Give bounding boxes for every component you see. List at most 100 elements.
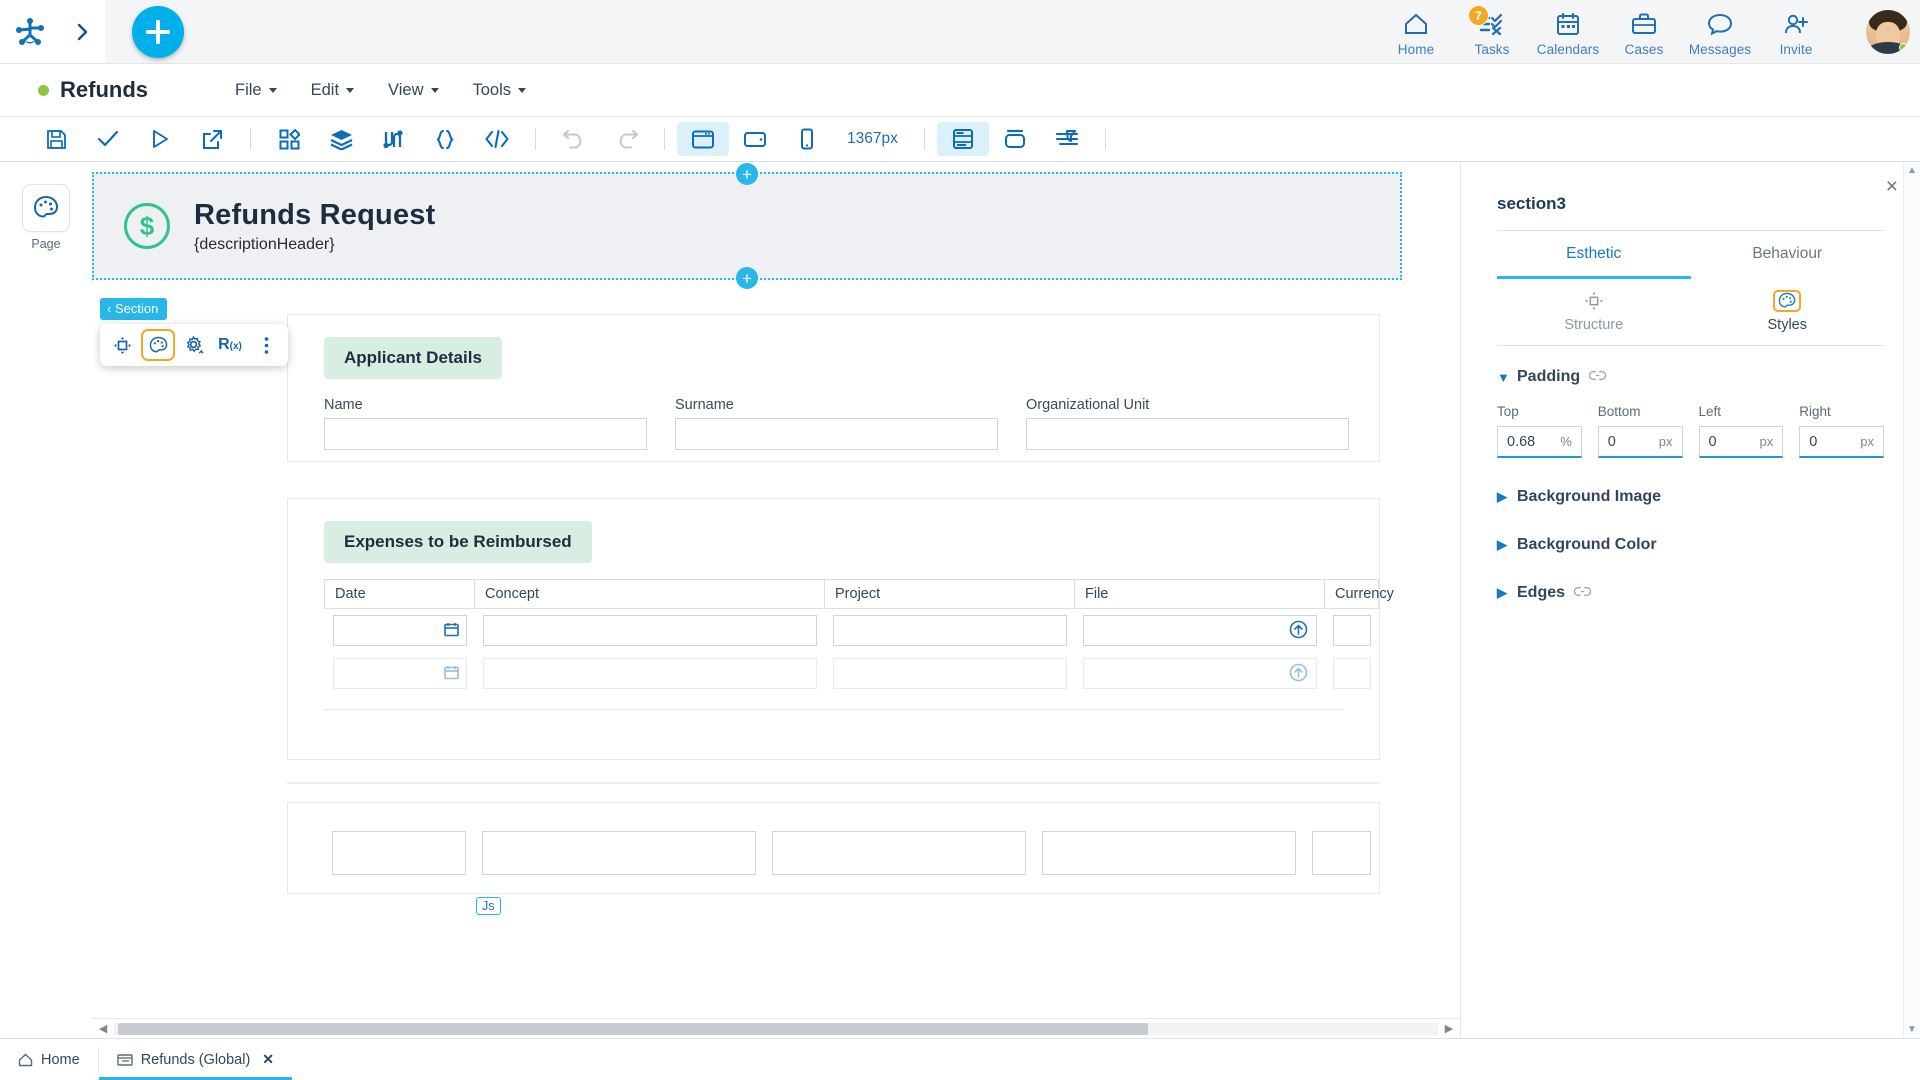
nav-item-invite[interactable]: Invite	[1758, 6, 1834, 57]
nav-item-cases[interactable]: Cases	[1606, 6, 1682, 57]
hscroll-thumb[interactable]	[118, 1022, 1148, 1035]
tab-esthetic[interactable]: Esthetic	[1497, 231, 1691, 279]
totals-input-1[interactable]	[332, 831, 466, 875]
design-canvas[interactable]: + $ Refunds Request {descriptionHeader} …	[92, 162, 1460, 1016]
cell-project[interactable]	[825, 652, 1075, 695]
menu-edit[interactable]: Edit	[311, 81, 355, 100]
container-icon[interactable]	[989, 122, 1041, 156]
totals-card[interactable]	[287, 802, 1380, 894]
redo-icon[interactable]	[600, 122, 652, 156]
close-icon[interactable]: ×	[1886, 176, 1898, 197]
concept-input[interactable]	[482, 658, 817, 689]
concept-input[interactable]	[482, 615, 817, 646]
subtab-styles[interactable]: Styles	[1691, 279, 1885, 345]
variables-icon[interactable]	[367, 122, 419, 156]
selected-section[interactable]: + $ Refunds Request {descriptionHeader} …	[92, 163, 1402, 289]
nav-item-tasks[interactable]: 7 Tasks	[1454, 5, 1530, 57]
tablet-preview-icon[interactable]	[729, 122, 781, 156]
table-row[interactable]	[324, 825, 1379, 881]
field-surname[interactable]: Surname	[675, 397, 998, 450]
hscroll-right-arrow[interactable]: ▶	[1438, 1022, 1460, 1035]
subtab-structure[interactable]: Structure	[1497, 279, 1691, 345]
more-options-icon[interactable]	[249, 329, 283, 361]
totals-input-2[interactable]	[482, 831, 756, 875]
save-icon[interactable]	[30, 122, 82, 156]
project-input[interactable]	[832, 615, 1067, 646]
name-input[interactable]	[324, 418, 647, 450]
settings-gear-icon[interactable]	[177, 329, 211, 361]
cell-project[interactable]	[825, 609, 1075, 653]
create-new-button[interactable]	[131, 5, 184, 58]
page-palette-button[interactable]	[22, 184, 70, 232]
bottom-tab-home[interactable]: Home	[0, 1039, 98, 1080]
tab-behaviour[interactable]: Behaviour	[1691, 231, 1885, 279]
json-braces-icon[interactable]	[419, 122, 471, 156]
expand-sidebar-button[interactable]	[60, 0, 105, 63]
form-container-icon[interactable]	[1041, 122, 1093, 156]
vscroll-up-arrow[interactable]: ▲	[1907, 165, 1917, 176]
validate-check-icon[interactable]	[82, 122, 134, 156]
cell-date[interactable]	[325, 609, 475, 653]
padding-top-input[interactable]: 0.68 %	[1497, 426, 1582, 458]
desktop-preview-icon[interactable]	[677, 122, 729, 156]
cell-concept[interactable]	[475, 609, 825, 653]
padding-left-input[interactable]: 0 px	[1698, 426, 1784, 458]
cell-5[interactable]	[1304, 825, 1379, 881]
nav-item-calendars[interactable]: Calendars	[1530, 6, 1606, 57]
calendar-small-icon[interactable]	[443, 622, 459, 640]
cell-2[interactable]	[474, 825, 764, 881]
add-below-handle[interactable]: +	[736, 267, 758, 289]
file-upload[interactable]	[1082, 615, 1317, 646]
totals-input-4[interactable]	[1042, 831, 1296, 875]
field-name[interactable]: Name	[324, 397, 647, 450]
canvas-width-label[interactable]: 1367px	[833, 130, 912, 148]
cell-currency[interactable]	[1325, 652, 1379, 695]
background-image-accordion[interactable]: ▶ Background Image	[1497, 488, 1884, 506]
hscroll-left-arrow[interactable]: ◀	[92, 1022, 114, 1035]
applicant-details-card[interactable]: Applicant Details Name Surname Organizat…	[287, 314, 1380, 462]
cell-date[interactable]	[325, 652, 475, 695]
js-tag[interactable]: Js	[476, 897, 501, 915]
bottom-tab-refunds[interactable]: Refunds (Global) ✕	[98, 1039, 293, 1080]
date-input[interactable]	[332, 658, 467, 689]
nav-item-home[interactable]: Home	[1378, 6, 1454, 57]
cell-1[interactable]	[324, 825, 474, 881]
menu-view[interactable]: View	[388, 81, 439, 100]
link-icon[interactable]	[1573, 585, 1592, 601]
section-badge[interactable]: ‹ Section	[100, 298, 168, 320]
project-input[interactable]	[832, 658, 1067, 689]
file-upload[interactable]	[1082, 658, 1317, 689]
move-icon[interactable]	[105, 329, 139, 361]
menu-file[interactable]: File	[235, 81, 277, 100]
link-icon[interactable]	[1588, 369, 1607, 385]
totals-input-3[interactable]	[772, 831, 1026, 875]
org-unit-input[interactable]	[1026, 418, 1349, 450]
nav-item-messages[interactable]: Messages	[1682, 6, 1758, 57]
page-vscrollbar[interactable]: ▲ ▼	[1903, 162, 1920, 1038]
cell-3[interactable]	[764, 825, 1034, 881]
expression-rx-icon[interactable]: R(x)	[213, 329, 247, 361]
app-logo[interactable]	[0, 0, 60, 63]
padding-right-input[interactable]: 0 px	[1799, 426, 1884, 458]
cell-currency[interactable]	[1325, 609, 1379, 653]
date-input[interactable]	[332, 615, 467, 646]
style-palette-icon[interactable]	[141, 329, 175, 361]
menu-tools[interactable]: Tools	[473, 81, 527, 100]
padding-bottom-input[interactable]: 0 px	[1597, 426, 1683, 458]
totals-input-5[interactable]	[1312, 831, 1371, 875]
export-icon[interactable]	[186, 122, 238, 156]
layers-icon[interactable]	[315, 122, 367, 156]
close-icon[interactable]: ✕	[262, 1051, 274, 1068]
padding-accordion-header[interactable]: ▼ Padding	[1497, 368, 1884, 386]
mobile-preview-icon[interactable]	[781, 122, 833, 156]
expenses-card[interactable]: Expenses to be Reimbursed Js Date Concep…	[287, 498, 1394, 915]
hscroll-track[interactable]	[114, 1022, 1438, 1035]
table-row[interactable]	[325, 609, 1379, 653]
background-color-accordion[interactable]: ▶ Background Color	[1497, 536, 1884, 554]
cell-file[interactable]	[1075, 609, 1325, 653]
cell-concept[interactable]	[475, 652, 825, 695]
edges-accordion[interactable]: ▶ Edges	[1497, 584, 1884, 602]
run-play-icon[interactable]	[134, 122, 186, 156]
canvas-hscrollbar[interactable]: ◀ ▶	[92, 1018, 1460, 1038]
cell-4[interactable]	[1034, 825, 1304, 881]
